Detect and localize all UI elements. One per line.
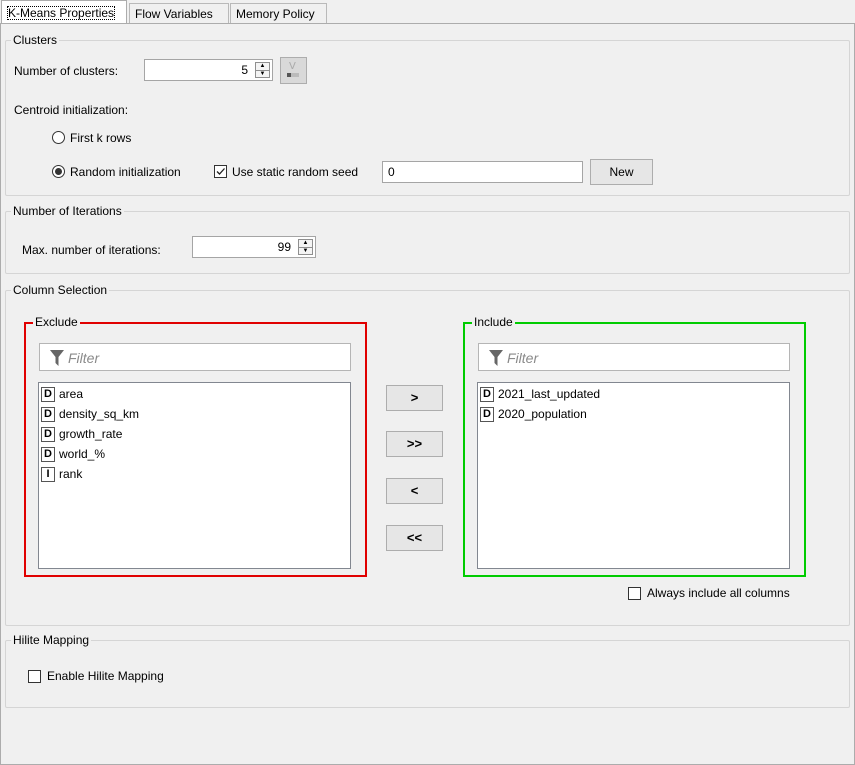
column-type-badge: D: [480, 407, 494, 423]
column-type-badge: D: [41, 447, 55, 463]
flow-variable-button[interactable]: V: [280, 57, 307, 84]
tab-kmeans-properties[interactable]: K-Means Properties: [1, 0, 127, 24]
exclude-filter-placeholder: Filter: [68, 350, 100, 366]
list-item[interactable]: D 2021_last_updated: [478, 385, 789, 405]
list-item[interactable]: D 2020_population: [478, 405, 789, 425]
include-filter-input[interactable]: Filter: [478, 343, 790, 371]
list-item[interactable]: Dworld_%: [39, 445, 350, 465]
filter-icon: [50, 350, 64, 366]
list-item[interactable]: Darea: [39, 385, 350, 405]
tab-memory-policy[interactable]: Memory Policy: [230, 3, 327, 23]
exclude-list[interactable]: Darea Ddensity_sq_km Dgrowth_rate Dworld…: [38, 382, 351, 569]
number-of-clusters-spin-buttons[interactable]: ▲ ▼: [255, 62, 270, 78]
column-name: density_sq_km: [59, 407, 140, 421]
column-selection-title: Column Selection: [11, 283, 110, 297]
centroid-init-label: Centroid initialization:: [14, 103, 129, 117]
iterations-title: Number of Iterations: [11, 204, 124, 218]
move-selected-to-exclude-button[interactable]: <: [386, 478, 443, 504]
exclude-filter-input[interactable]: Filter: [39, 343, 351, 371]
include-filter-placeholder: Filter: [507, 350, 539, 366]
random-seed-input[interactable]: 0: [382, 161, 583, 183]
max-iterations-spin-buttons[interactable]: ▲ ▼: [298, 239, 313, 255]
move-all-to-exclude-button[interactable]: <<: [386, 525, 443, 551]
column-name: rank: [59, 467, 83, 481]
tab-bar: K-Means Properties Flow Variables Memory…: [0, 0, 855, 24]
always-include-all-label: Always include all columns: [647, 586, 790, 600]
column-name: area: [59, 387, 84, 401]
flow-variable-icon: V: [287, 61, 299, 77]
max-iterations-value: 99: [277, 240, 291, 254]
max-iterations-spinner[interactable]: 99 ▲ ▼: [192, 236, 316, 258]
number-of-clusters-label: Number of clusters:: [14, 64, 119, 78]
exclude-title: Exclude: [33, 315, 80, 329]
column-type-badge: D: [41, 387, 55, 403]
max-iterations-label: Max. number of iterations:: [22, 243, 161, 257]
column-name: world_%: [59, 447, 106, 461]
column-type-badge: D: [480, 387, 494, 403]
always-include-all-checkbox[interactable]: [628, 587, 641, 600]
svg-text:V: V: [289, 61, 296, 72]
number-of-clusters-value: 5: [241, 63, 248, 77]
move-selected-to-include-button[interactable]: >: [386, 385, 443, 411]
filter-icon: [489, 350, 503, 366]
column-name: growth_rate: [59, 427, 123, 441]
enable-hilite-checkbox[interactable]: [28, 670, 41, 683]
column-type-badge: I: [41, 467, 55, 483]
static-seed-checkbox[interactable]: [214, 165, 227, 178]
move-all-to-include-button[interactable]: >>: [386, 431, 443, 457]
clusters-title: Clusters: [11, 33, 60, 47]
hilite-title: Hilite Mapping: [11, 633, 92, 647]
number-of-clusters-spinner[interactable]: 5 ▲ ▼: [144, 59, 273, 81]
column-type-badge: D: [41, 427, 55, 443]
tab-flow-variables[interactable]: Flow Variables: [129, 3, 229, 23]
static-seed-label: Use static random seed: [232, 165, 359, 179]
list-item[interactable]: Ddensity_sq_km: [39, 405, 350, 425]
new-seed-button[interactable]: New: [590, 159, 653, 185]
column-name: 2020_population: [498, 407, 587, 421]
random-init-label: Random initialization: [70, 165, 181, 179]
first-k-rows-label: First k rows: [70, 131, 132, 145]
list-item[interactable]: Dgrowth_rate: [39, 425, 350, 445]
column-type-badge: D: [41, 407, 55, 423]
first-k-rows-radio[interactable]: [52, 131, 65, 144]
column-name: 2021_last_updated: [498, 387, 601, 401]
random-init-radio[interactable]: [52, 165, 65, 178]
enable-hilite-label: Enable Hilite Mapping: [47, 669, 164, 683]
list-item[interactable]: Irank: [39, 465, 350, 485]
include-list[interactable]: D 2021_last_updated D 2020_population: [477, 382, 790, 569]
include-title: Include: [472, 315, 515, 329]
checkmark-icon: [216, 168, 225, 175]
